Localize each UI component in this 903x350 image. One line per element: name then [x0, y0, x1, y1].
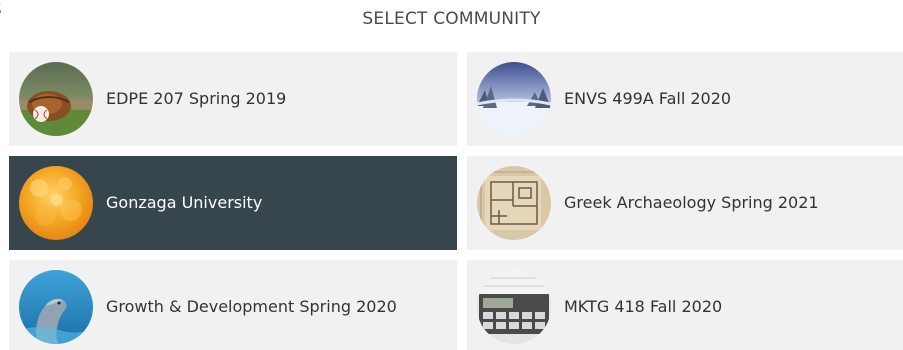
- community-selector-page: g SELECT COMMUNITY: [0, 0, 903, 350]
- community-card-envs-499a[interactable]: ENVS 499A Fall 2020: [467, 52, 903, 146]
- community-label: Gonzaga University: [106, 193, 263, 212]
- community-label: EDPE 207 Spring 2019: [106, 89, 287, 108]
- community-label: ENVS 499A Fall 2020: [564, 89, 732, 108]
- baseball-glove-icon: [19, 62, 93, 136]
- community-card-greek-archaeology[interactable]: Greek Archaeology Spring 2021: [467, 156, 903, 250]
- snowy-forest-icon: [477, 62, 551, 136]
- community-label: Greek Archaeology Spring 2021: [564, 193, 819, 212]
- calculator-icon: [477, 270, 551, 344]
- floor-plan-icon: [477, 166, 551, 240]
- community-card-mktg-418[interactable]: MKTG 418 Fall 2020: [467, 260, 903, 350]
- dolphin-icon: [19, 270, 93, 344]
- page-title: SELECT COMMUNITY: [362, 9, 541, 29]
- orange-bokeh-icon: [19, 166, 93, 240]
- community-card-growth-development[interactable]: Growth & Development Spring 2020: [9, 260, 457, 350]
- community-card-gonzaga-university[interactable]: Gonzaga University: [9, 156, 457, 250]
- community-grid: EDPE 207 Spring 2019 ENVS 499A Fall 2020…: [9, 52, 903, 350]
- community-label: Growth & Development Spring 2020: [106, 297, 397, 316]
- community-card-edpe-207[interactable]: EDPE 207 Spring 2019: [9, 52, 457, 146]
- community-label: MKTG 418 Fall 2020: [564, 297, 723, 316]
